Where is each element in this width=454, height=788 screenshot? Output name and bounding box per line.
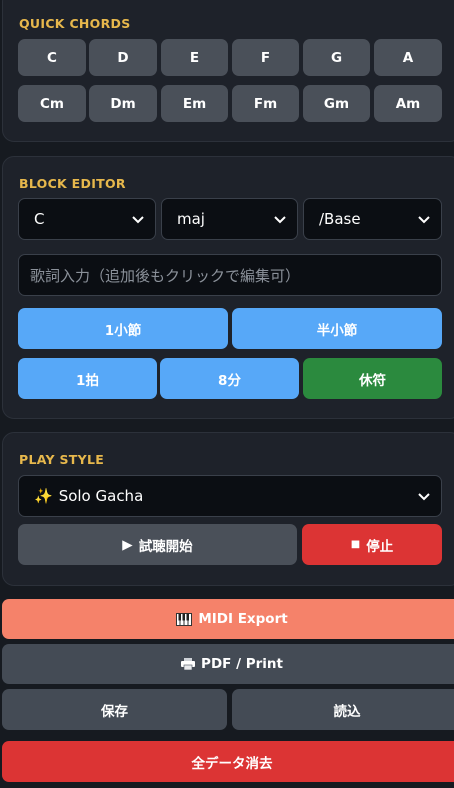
chord-button-d[interactable]: D <box>89 39 157 76</box>
block-editor-title: BLOCK EDITOR <box>19 176 126 191</box>
pdf-print-label: PDF / Print <box>201 656 283 672</box>
chevron-down-icon <box>418 493 430 501</box>
printer-icon <box>181 658 196 670</box>
stop-label: 停止 <box>366 538 394 555</box>
chord-button-dm[interactable]: Dm <box>89 85 157 122</box>
chord-button-gm[interactable]: Gm <box>303 85 370 122</box>
midi-export-button[interactable]: MIDI Export <box>2 599 454 639</box>
chevron-down-icon <box>274 216 286 224</box>
length-eighth-button[interactable]: 8分 <box>160 358 299 399</box>
sparkles-icon: ✨ <box>34 487 53 505</box>
chord-button-am[interactable]: Am <box>374 85 442 122</box>
chord-button-f[interactable]: F <box>232 39 299 76</box>
save-button[interactable]: 保存 <box>2 689 227 730</box>
piano-icon <box>176 612 193 626</box>
play-style-select[interactable]: ✨ Solo Gacha <box>18 475 442 517</box>
chord-button-g[interactable]: G <box>303 39 370 76</box>
stop-icon: ■ <box>350 539 361 550</box>
length-half-bar-button[interactable]: 半小節 <box>232 308 442 349</box>
chord-button-a[interactable]: A <box>374 39 442 76</box>
play-icon: ▶ <box>122 536 133 553</box>
length-1-bar-button[interactable]: 1小節 <box>18 308 228 349</box>
clear-all-data-button[interactable]: 全データ消去 <box>2 741 454 782</box>
midi-export-label: MIDI Export <box>198 611 288 627</box>
stop-button[interactable]: ■ 停止 <box>302 524 442 565</box>
pdf-print-button[interactable]: PDF / Print <box>2 644 454 684</box>
chevron-down-icon <box>418 216 430 224</box>
length-1-beat-button[interactable]: 1拍 <box>18 358 157 399</box>
play-style-title: PLAY STYLE <box>19 452 105 467</box>
root-note-value: C <box>34 210 45 228</box>
root-note-select[interactable]: C <box>18 198 156 240</box>
bass-note-select[interactable]: /Base <box>303 198 442 240</box>
play-preview-button[interactable]: ▶ 試聴開始 <box>18 524 297 565</box>
chevron-down-icon <box>132 216 144 224</box>
bass-note-value: /Base <box>319 210 361 228</box>
chord-button-cm[interactable]: Cm <box>18 85 86 122</box>
chord-quality-value: maj <box>177 210 205 228</box>
play-style-value: Solo Gacha <box>58 487 144 505</box>
rest-button[interactable]: 休符 <box>303 358 442 399</box>
load-button[interactable]: 読込 <box>232 689 454 730</box>
chord-button-fm[interactable]: Fm <box>232 85 299 122</box>
chord-button-em[interactable]: Em <box>161 85 228 122</box>
chord-quality-select[interactable]: maj <box>161 198 298 240</box>
chord-button-c[interactable]: C <box>18 39 86 76</box>
chord-button-e[interactable]: E <box>161 39 228 76</box>
play-preview-label: 試聴開始 <box>138 538 193 555</box>
lyrics-input[interactable]: 歌詞入力（追加後もクリックで編集可） <box>18 254 442 296</box>
quick-chords-title: QUICK CHORDS <box>19 16 131 31</box>
